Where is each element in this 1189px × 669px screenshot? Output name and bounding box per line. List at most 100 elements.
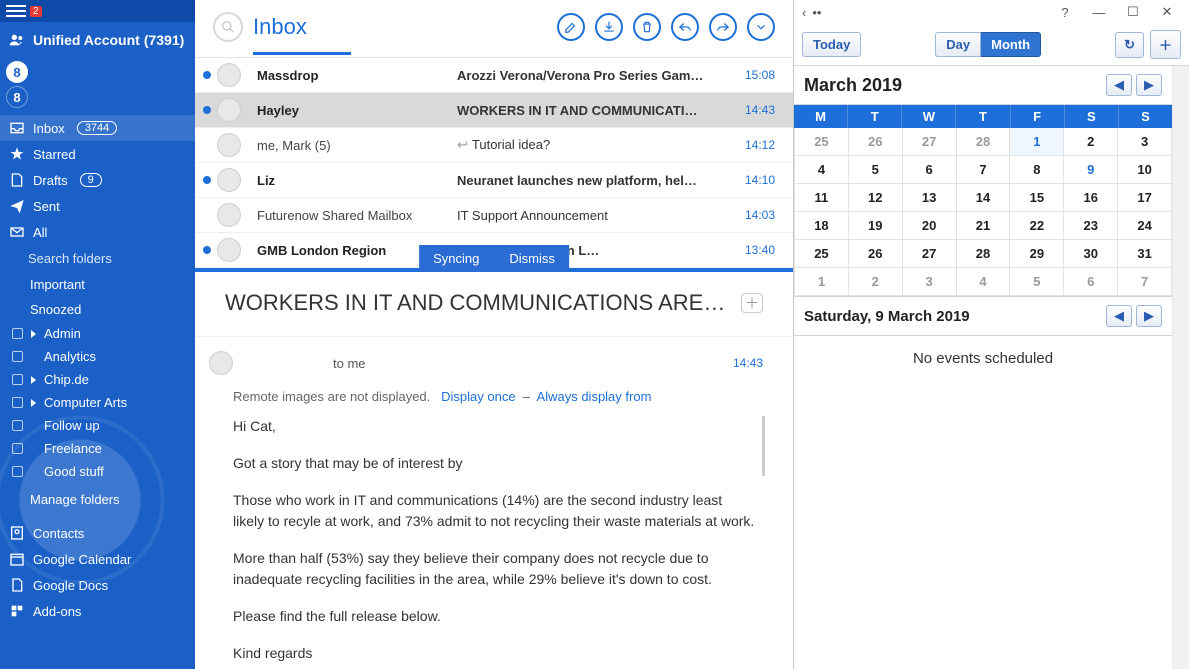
sidebar-item-sent[interactable]: Sent <box>0 193 195 219</box>
calendar-day[interactable]: 5 <box>849 156 903 184</box>
calendar-day[interactable]: 12 <box>849 184 903 212</box>
calendar-day[interactable]: 7 <box>1118 268 1172 296</box>
message-row[interactable]: me, Mark (5)↩Tutorial idea?14:12 <box>195 128 793 163</box>
calendar-day[interactable]: 19 <box>849 212 903 240</box>
account-row[interactable]: Unified Account (7391) <box>0 22 195 58</box>
today-button[interactable]: Today <box>802 32 861 57</box>
calendar-day[interactable]: 3 <box>1118 128 1172 156</box>
calendar-day[interactable]: 6 <box>1064 268 1118 296</box>
calendar-day[interactable]: 22 <box>1010 212 1064 240</box>
calendar-day[interactable]: 28 <box>957 240 1011 268</box>
calendar-day[interactable]: 2 <box>849 268 903 296</box>
calendar-day[interactable]: 30 <box>1064 240 1118 268</box>
calendar-day[interactable]: 24 <box>1118 212 1172 240</box>
checkbox-icon[interactable] <box>12 374 23 385</box>
account-avatar[interactable]: 8 <box>6 61 28 83</box>
next-day-button[interactable]: ▶ <box>1136 305 1162 327</box>
folder-search[interactable]: Search folders <box>0 245 195 272</box>
message-row[interactable]: HayleyWORKERS IN IT AND COMMUNICATI…14:4… <box>195 93 793 128</box>
folder-item[interactable]: Chip.de <box>0 368 195 391</box>
account-avatar[interactable]: 8 <box>6 86 28 108</box>
calendar-day[interactable]: 6 <box>903 156 957 184</box>
next-month-button[interactable]: ▶ <box>1136 74 1162 96</box>
checkbox-icon[interactable] <box>12 397 23 408</box>
month-view-button[interactable]: Month <box>981 32 1041 57</box>
calendar-day[interactable]: 20 <box>903 212 957 240</box>
more-button[interactable] <box>747 13 775 41</box>
calendar-day[interactable]: 2 <box>1064 128 1118 156</box>
sidebar-item-contacts[interactable]: Contacts <box>0 520 195 546</box>
refresh-button[interactable]: ↻ <box>1115 32 1144 58</box>
folder-item[interactable]: Freelance <box>0 437 195 460</box>
prev-day-button[interactable]: ◀ <box>1106 305 1132 327</box>
calendar-day[interactable]: 5 <box>1010 268 1064 296</box>
sidebar-item-starred[interactable]: Starred <box>0 141 195 167</box>
always-display-link[interactable]: Always display from <box>537 389 652 404</box>
calendar-day[interactable]: 27 <box>903 128 957 156</box>
day-view-button[interactable]: Day <box>935 32 981 57</box>
prev-month-button[interactable]: ◀ <box>1106 74 1132 96</box>
back-icon[interactable]: ‹ <box>802 5 806 20</box>
sidebar-item-calendar[interactable]: Google Calendar <box>0 546 195 572</box>
sidebar-item-snoozed[interactable]: Snoozed <box>0 297 195 322</box>
calendar-day[interactable]: 8 <box>1010 156 1064 184</box>
calendar-day[interactable]: 17 <box>1118 184 1172 212</box>
scrollbar-thumb[interactable] <box>762 416 765 476</box>
calendar-day[interactable]: 25 <box>794 240 849 268</box>
search-button[interactable] <box>213 12 243 42</box>
menu-icon[interactable] <box>6 2 26 20</box>
delete-button[interactable] <box>633 13 661 41</box>
calendar-day[interactable]: 11 <box>794 184 849 212</box>
calendar-day[interactable]: 10 <box>1118 156 1172 184</box>
forward-button[interactable] <box>709 13 737 41</box>
calendar-day[interactable]: 29 <box>1010 240 1064 268</box>
calendar-day[interactable]: 1 <box>794 268 849 296</box>
calendar-day[interactable]: 9 <box>1064 156 1118 184</box>
sidebar-item-addons[interactable]: Add-ons <box>0 598 195 624</box>
archive-button[interactable] <box>595 13 623 41</box>
calendar-day[interactable]: 26 <box>849 240 903 268</box>
sidebar-item-inbox[interactable]: Inbox 3744 <box>0 115 195 141</box>
calendar-day[interactable]: 25 <box>794 128 849 156</box>
new-event-button[interactable]: ＋ <box>1150 30 1181 59</box>
calendar-day[interactable]: 15 <box>1010 184 1064 212</box>
checkbox-icon[interactable] <box>12 328 23 339</box>
calendar-day[interactable]: 13 <box>903 184 957 212</box>
sidebar-item-drafts[interactable]: Drafts 9 <box>0 167 195 193</box>
calendar-day[interactable]: 28 <box>957 128 1011 156</box>
sidebar-item-all[interactable]: All <box>0 219 195 245</box>
calendar-day[interactable]: 4 <box>794 156 849 184</box>
calendar-day[interactable]: 7 <box>957 156 1011 184</box>
calendar-day[interactable]: 4 <box>957 268 1011 296</box>
folder-item[interactable]: Computer Arts <box>0 391 195 414</box>
sidebar-item-important[interactable]: Important <box>0 272 195 297</box>
sidebar-item-docs[interactable]: Google Docs <box>0 572 195 598</box>
manage-folders[interactable]: Manage folders <box>0 487 195 512</box>
folder-item[interactable]: Follow up <box>0 414 195 437</box>
message-row[interactable]: Futurenow Shared MailboxIT Support Annou… <box>195 198 793 233</box>
more-icon[interactable]: •• <box>812 5 821 20</box>
folder-item[interactable]: Admin <box>0 322 195 345</box>
calendar-day[interactable]: 18 <box>794 212 849 240</box>
reply-button[interactable] <box>671 13 699 41</box>
calendar-day[interactable]: 14 <box>957 184 1011 212</box>
help-button[interactable]: ? <box>1051 5 1079 20</box>
calendar-day[interactable]: 16 <box>1064 184 1118 212</box>
checkbox-icon[interactable] <box>12 443 23 454</box>
calendar-day[interactable]: 1 <box>1010 128 1064 156</box>
folder-item[interactable]: Good stuff <box>0 460 195 483</box>
calendar-day[interactable]: 3 <box>903 268 957 296</box>
display-once-link[interactable]: Display once <box>441 389 515 404</box>
dismiss-button[interactable]: Dismiss <box>509 251 555 266</box>
message-row[interactable]: LizNeuranet launches new platform, hel…1… <box>195 163 793 198</box>
calendar-day[interactable]: 21 <box>957 212 1011 240</box>
minimize-button[interactable]: — <box>1085 5 1113 20</box>
checkbox-icon[interactable] <box>12 466 23 477</box>
calendar-day[interactable]: 26 <box>849 128 903 156</box>
expand-button[interactable]: ＋ <box>741 293 763 313</box>
calendar-scrollbar[interactable] <box>1173 66 1189 669</box>
checkbox-icon[interactable] <box>12 420 23 431</box>
compose-button[interactable] <box>557 13 585 41</box>
calendar-day[interactable]: 31 <box>1118 240 1172 268</box>
close-button[interactable]: ✕ <box>1153 4 1181 20</box>
